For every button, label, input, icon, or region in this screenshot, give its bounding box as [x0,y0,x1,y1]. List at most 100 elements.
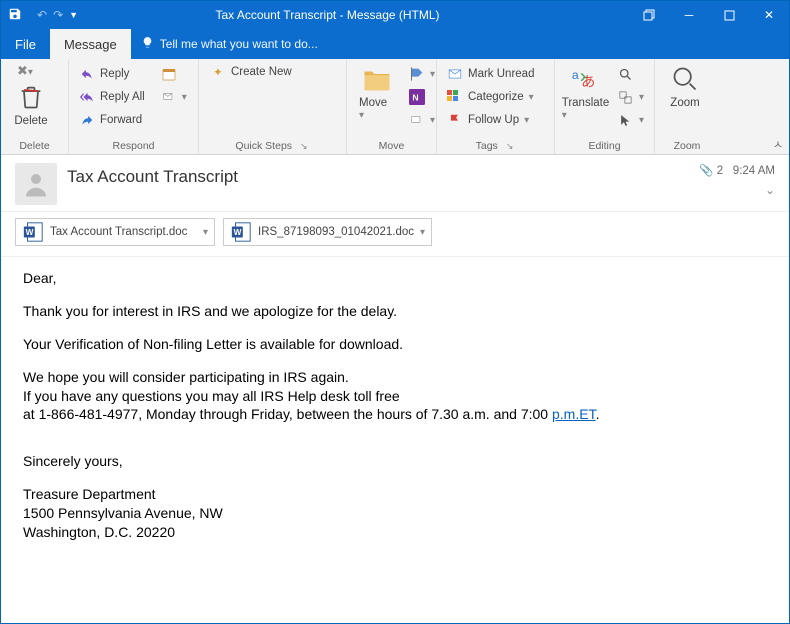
body-greeting: Dear, [23,269,767,288]
reply-button[interactable]: Reply [75,63,149,85]
calendar-icon [161,66,177,82]
reply-all-icon [79,89,95,105]
categorize-label: Categorize [468,91,524,103]
save-icon[interactable] [1,7,29,24]
body-link[interactable]: p.m.ET [552,406,596,422]
group-quicksteps-label: Quick Steps [235,140,292,152]
onenote-button[interactable]: N [405,86,439,108]
body-signature: Treasure Department 1500 Pennsylvania Av… [23,485,767,542]
body-line: at 1-866-481-4977, Monday through Friday… [23,406,552,422]
tab-message[interactable]: Message [50,29,131,59]
attachment-row: W Tax Account Transcript.doc ▾ W IRS_871… [1,212,789,257]
svg-text:a: a [572,68,579,82]
attachment-dropdown-icon[interactable]: ▾ [203,227,208,238]
message-header: Tax Account Transcript 📎 2 9:24 AM ⌄ [1,155,789,212]
collapse-ribbon-icon[interactable]: ㅅ [773,136,783,152]
reply-icon [79,66,95,82]
tags-launcher-icon[interactable]: ↘ [504,141,516,152]
rules-icon [409,66,425,82]
attachment-name: Tax Account Transcript.doc [50,226,187,238]
attachment-item[interactable]: W Tax Account Transcript.doc ▾ [15,218,215,246]
more-icon [161,89,177,105]
avatar [15,163,57,205]
undo-icon[interactable]: ↶ [37,8,47,22]
tell-me-search[interactable]: Tell me what you want to do... [131,29,328,59]
sparkle-icon: ✦ [210,64,226,80]
expand-header-icon[interactable]: ⌄ [765,183,775,197]
svg-text:W: W [234,228,242,237]
delete-button[interactable]: ✖▾ Delete [7,61,55,129]
body-paragraph: We hope you will consider participating … [23,368,767,425]
attachment-count: 2 [717,165,723,177]
zoom-label: Zoom [670,97,699,109]
message-subject: Tax Account Transcript [67,163,689,187]
ignore-icon[interactable]: ✖▾ [17,63,33,79]
categorize-button[interactable]: Categorize ▾ [443,86,538,108]
followup-label: Follow Up [468,114,519,126]
move-label: Move [359,97,387,109]
onenote-icon: N [409,89,425,105]
delete-label: Delete [14,115,47,127]
translate-button[interactable]: aあ Translate ▾ [561,61,610,123]
attachment-dropdown-icon[interactable]: ▾ [420,227,425,238]
related-button[interactable]: ▾ [614,86,648,108]
title-bar: ↶ ↷ ▼ Tax Account Transcript - Message (… [1,1,789,29]
tab-file[interactable]: File [1,29,50,59]
group-move-label: Move [379,140,405,152]
body-paragraph: Your Verification of Non-filing Letter i… [23,335,767,354]
group-delete-label: Delete [19,140,49,152]
mark-unread-button[interactable]: Mark Unread [443,63,538,85]
close-button[interactable]: ✕ [749,1,789,29]
rules-button[interactable]: ▾ [405,63,439,85]
cursor-icon [618,112,634,128]
body-paragraph: Thank you for interest in IRS and we apo… [23,302,767,321]
reply-all-label: Reply All [100,91,145,103]
quicksteps-launcher-icon[interactable]: ↘ [298,141,310,152]
search-icon [618,66,634,82]
body-line: We hope you will consider participating … [23,369,349,385]
menu-bar: File Message Tell me what you want to do… [1,29,789,59]
translate-icon: aあ [569,63,601,95]
zoom-button[interactable]: Zoom [661,61,709,111]
followup-button[interactable]: Follow Up ▾ [443,109,538,131]
reply-all-button[interactable]: Reply All [75,86,149,108]
flag-icon [447,112,463,128]
message-time: 9:24 AM [733,165,775,177]
more-respond-button[interactable]: ▾ [157,86,191,108]
group-respond-label: Respond [112,140,154,152]
attachment-item[interactable]: W IRS_87198093_01042021.doc ▾ [223,218,432,246]
sig-line: 1500 Pennsylvania Avenue, NW [23,505,223,521]
word-doc-icon: W [230,221,252,243]
minimize-button[interactable]: ─ [669,1,709,29]
ribbon: ✖▾ Delete Delete Reply Reply All Forward… [1,59,789,155]
message-body: Dear, Thank you for interest in IRS and … [1,257,789,554]
actions-icon [409,112,425,128]
svg-text:W: W [26,228,34,237]
create-new-quickstep[interactable]: ✦ Create New [205,61,340,83]
svg-text:N: N [412,92,418,102]
meeting-button[interactable] [157,63,191,85]
mark-unread-label: Mark Unread [468,68,534,80]
zoom-icon [669,63,701,95]
forward-icon [79,112,95,128]
folder-move-icon [361,63,393,95]
window-title: Tax Account Transcript - Message (HTML) [26,8,629,22]
tell-me-label: Tell me what you want to do... [160,37,318,51]
lightbulb-icon [141,36,154,52]
maximize-button[interactable] [709,1,749,29]
restore-button[interactable] [629,1,669,29]
attachment-icon: 📎 [699,165,713,177]
actions-button[interactable]: ▾ [405,109,439,131]
forward-button[interactable]: Forward [75,109,149,131]
group-tags-label: Tags [476,140,498,152]
word-doc-icon: W [22,221,44,243]
sig-line: Washington, D.C. 20220 [23,524,175,540]
select-button[interactable]: ▾ [614,109,648,131]
find-button[interactable] [614,63,648,85]
redo-icon[interactable]: ↷ [53,8,63,22]
body-line: If you have any questions you may all IR… [23,388,400,404]
create-new-label: Create New [231,66,292,78]
envelope-icon [447,66,463,82]
move-button[interactable]: Move ▾ [353,61,401,123]
group-zoom-label: Zoom [674,140,701,152]
